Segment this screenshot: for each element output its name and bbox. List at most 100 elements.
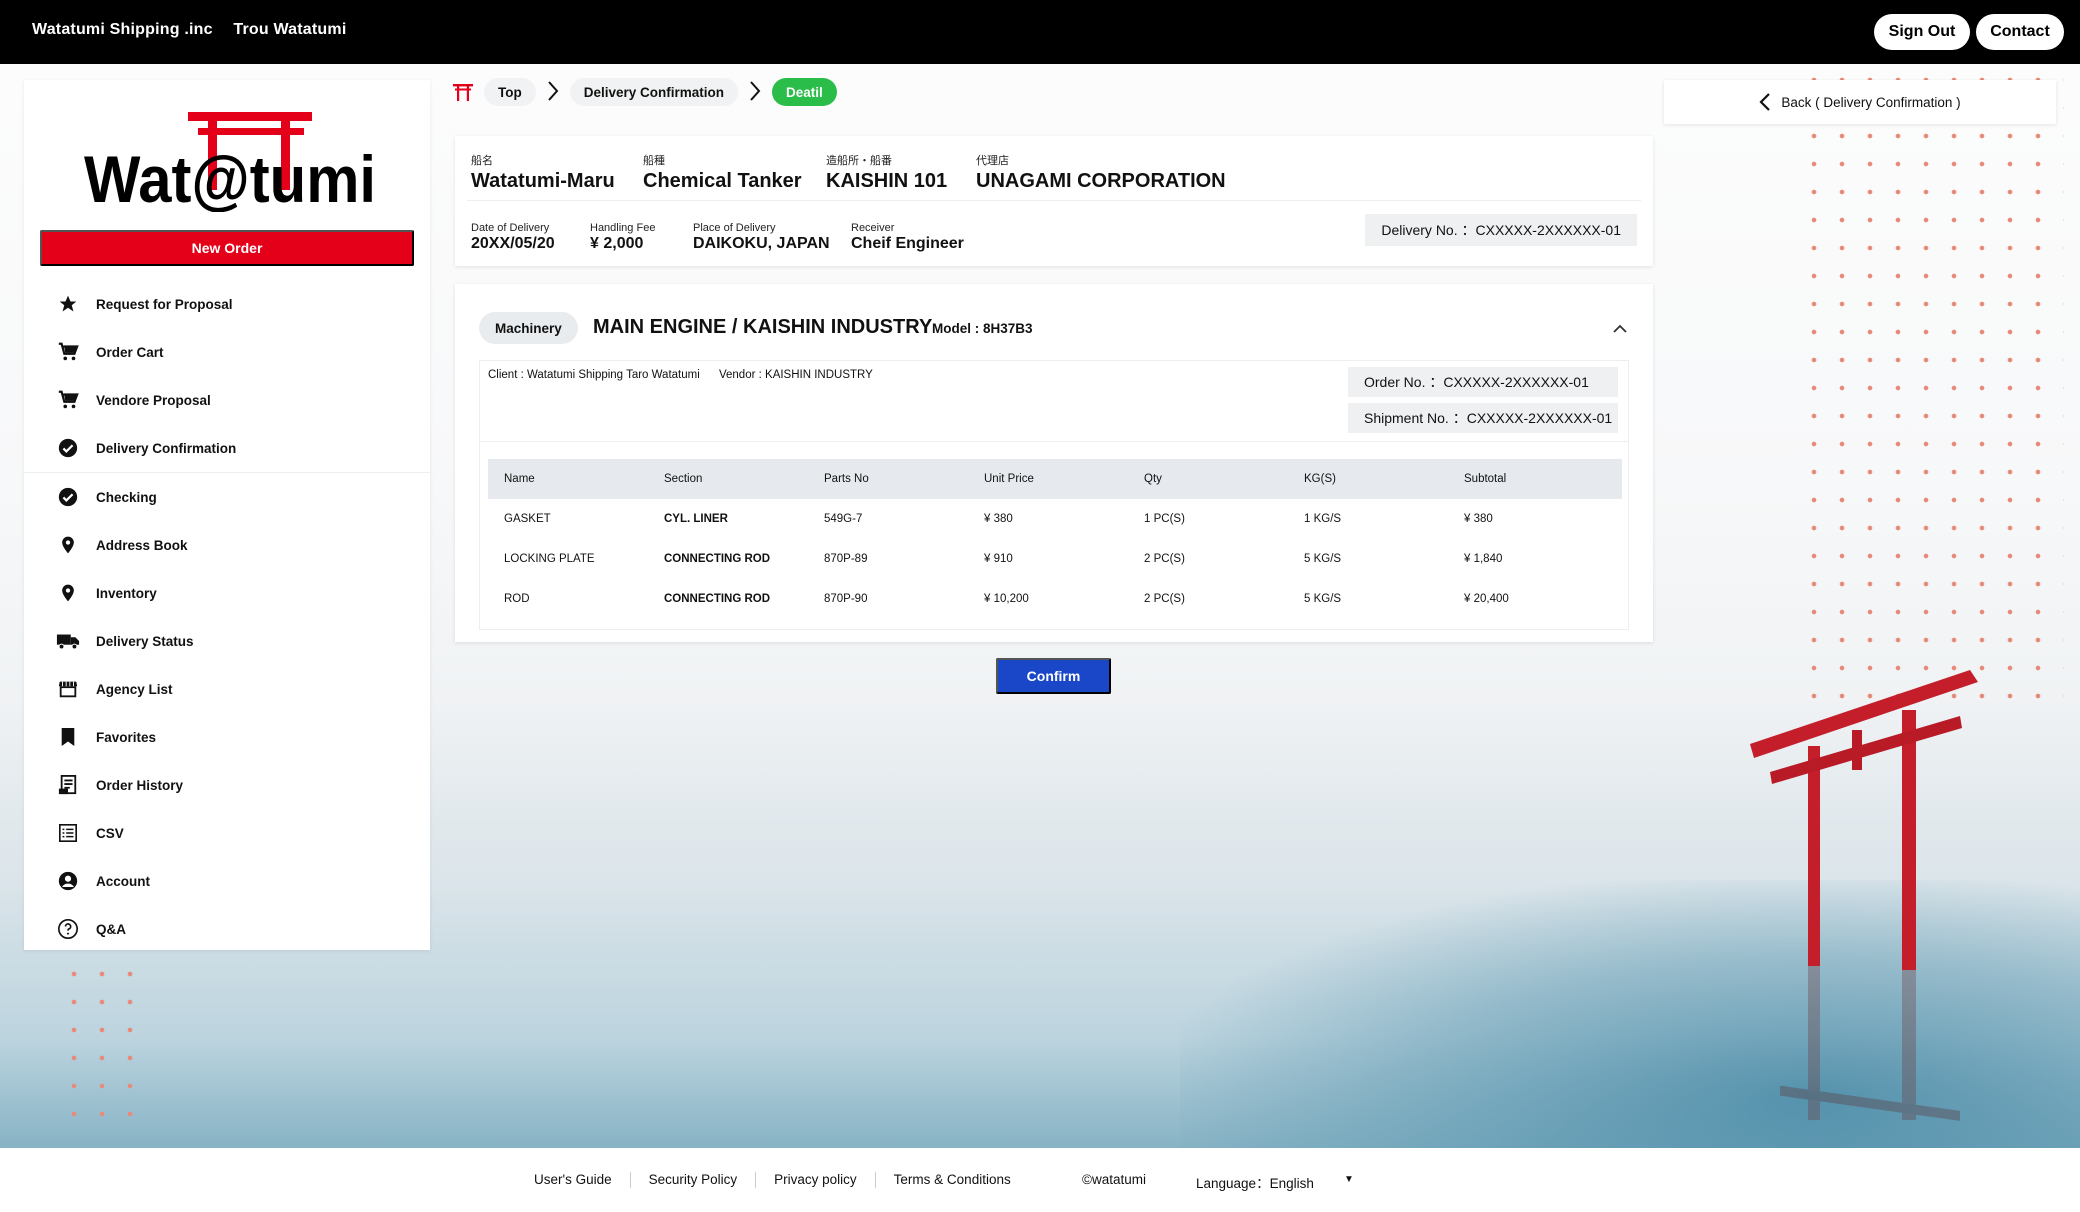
sidebar-item-label: Order History bbox=[96, 777, 184, 793]
sidebar-item-order-cart[interactable]: Order Cart bbox=[24, 328, 430, 376]
sidebar-item-inventory[interactable]: Inventory bbox=[24, 569, 430, 617]
cart-icon bbox=[56, 388, 80, 412]
chevron-left-icon bbox=[1759, 92, 1771, 112]
user-name: Trou Watatumi bbox=[233, 21, 347, 38]
sidebar-item-favorites[interactable]: Favorites bbox=[24, 713, 430, 761]
shipment-number: Shipment No. ：CXXXXX-2XXXXXX-01 bbox=[1348, 403, 1618, 433]
account-icon bbox=[56, 869, 80, 893]
table-row: LOCKING PLATE CONNECTING ROD 870P-89 ¥ 9… bbox=[488, 539, 1622, 579]
star-icon bbox=[56, 292, 80, 316]
column-header-name: Name bbox=[488, 459, 648, 499]
column-header-qty: Qty bbox=[1128, 459, 1288, 499]
ship-name-value: Watatumi-Maru bbox=[471, 170, 615, 192]
breadcrumb-current: Deatil bbox=[772, 78, 837, 106]
language-select[interactable]: Language：English bbox=[1196, 1172, 1314, 1192]
footer-link-privacy-policy[interactable]: Privacy policy bbox=[756, 1172, 876, 1188]
sidebar-item-csv[interactable]: CSV bbox=[24, 809, 430, 857]
footer-link-terms[interactable]: Terms & Conditions bbox=[876, 1172, 1029, 1188]
ship-name-label: 船名 bbox=[471, 155, 493, 167]
torii-icon[interactable] bbox=[452, 82, 474, 102]
agency-value: UNAGAMI CORPORATION bbox=[976, 170, 1226, 192]
check-circle-icon bbox=[56, 436, 80, 460]
breadcrumb: Top Delivery Confirmation Deatil bbox=[452, 78, 837, 106]
sign-out-button[interactable]: Sign Out bbox=[1874, 14, 1970, 50]
date-of-delivery-value: 20XX/05/20 bbox=[471, 235, 555, 252]
list-icon bbox=[56, 821, 80, 845]
order-title: MAIN ENGINE / KAISHIN INDUSTRY bbox=[593, 316, 933, 338]
dot-pattern-left bbox=[60, 960, 144, 1140]
place-of-delivery-value: DAIKOKU, JAPAN bbox=[693, 235, 830, 252]
ship-name-field: 船名 Watatumi-Maru bbox=[471, 152, 615, 193]
store-icon bbox=[56, 677, 80, 701]
caret-down-icon[interactable]: ▼ bbox=[1344, 1174, 1354, 1185]
truck-icon bbox=[56, 629, 80, 653]
parts-table: Name Section Parts No Unit Price Qty KG(… bbox=[488, 459, 1622, 619]
back-button-label: Back ( Delivery Confirmation ) bbox=[1781, 94, 1961, 110]
sidebar-item-label: Q&A bbox=[96, 921, 126, 937]
sidebar-item-delivery-confirmation[interactable]: Delivery Confirmation bbox=[24, 424, 430, 472]
column-header-section: Section bbox=[648, 459, 808, 499]
dot-pattern-right bbox=[1800, 66, 2064, 706]
ship-type-label: 船種 bbox=[643, 155, 665, 167]
back-button[interactable]: Back ( Delivery Confirmation ) bbox=[1664, 80, 2056, 124]
sidebar-item-label: Agency List bbox=[96, 681, 173, 697]
order-number: Order No. ：CXXXXX-2XXXXXX-01 bbox=[1348, 367, 1618, 397]
breadcrumb-delivery-confirmation[interactable]: Delivery Confirmation bbox=[569, 78, 739, 106]
sidebar-item-agency-list[interactable]: Agency List bbox=[24, 665, 430, 713]
table-row: GASKET CYL. LINER 549G-7 ¥ 380 1 PC(S) 1… bbox=[488, 499, 1622, 539]
sidebar-item-request-for-proposal[interactable]: Request for Proposal bbox=[24, 280, 430, 328]
confirm-button[interactable]: Confirm bbox=[996, 658, 1111, 694]
contact-button[interactable]: Contact bbox=[1976, 14, 2064, 50]
sidebar-item-vendore-proposal[interactable]: Vendore Proposal bbox=[24, 376, 430, 424]
date-of-delivery-label: Date of Delivery bbox=[471, 222, 550, 234]
cart-icon bbox=[56, 340, 80, 364]
company-name: Watatumi Shipping .inc bbox=[32, 21, 213, 38]
cell-unit-price: ¥ 10,200 bbox=[984, 593, 1029, 605]
sidebar-item-label: CSV bbox=[96, 825, 124, 841]
column-header-unit-price: Unit Price bbox=[968, 459, 1128, 499]
cell-section: CYL. LINER bbox=[664, 513, 728, 525]
cell-subtotal: ¥ 380 bbox=[1464, 513, 1493, 525]
sidebar-item-account[interactable]: Account bbox=[24, 857, 430, 905]
copyright: ©watatumi bbox=[1082, 1172, 1146, 1187]
handling-fee-label: Handling Fee bbox=[590, 222, 656, 234]
divider bbox=[480, 441, 1628, 442]
footer-link-users-guide[interactable]: User's Guide bbox=[534, 1172, 631, 1188]
receipt-icon bbox=[56, 773, 80, 797]
sidebar-item-qa[interactable]: Q&A bbox=[24, 905, 430, 953]
order-detail-card: Machinery MAIN ENGINE / KAISHIN INDUSTRY… bbox=[455, 284, 1653, 642]
sidebar-item-label: Checking bbox=[96, 489, 157, 505]
receiver-value: Cheif Engineer bbox=[851, 235, 964, 252]
watatumi-logo[interactable]: Wat@tumi bbox=[82, 112, 382, 216]
chevron-up-icon[interactable] bbox=[1611, 320, 1629, 338]
sidebar-item-order-history[interactable]: Order History bbox=[24, 761, 430, 809]
sidebar-item-label: Delivery Status bbox=[96, 633, 194, 649]
divider bbox=[467, 200, 1641, 201]
ship-info-card: 船名 Watatumi-Maru 船種 Chemical Tanker 造船所・… bbox=[455, 136, 1653, 266]
new-order-button[interactable]: New Order bbox=[40, 230, 414, 266]
sidebar-item-checking[interactable]: Checking bbox=[24, 473, 430, 521]
cell-section: CONNECTING ROD bbox=[664, 593, 771, 605]
table-row: ROD CONNECTING ROD 870P-90 ¥ 10,200 2 PC… bbox=[488, 579, 1622, 619]
cell-parts-no: 549G-7 bbox=[824, 513, 863, 525]
top-bar: Watatumi Shipping .inc Trou Watatumi Sig… bbox=[0, 0, 2080, 64]
sidebar-item-delivery-status[interactable]: Delivery Status bbox=[24, 617, 430, 665]
sidebar-item-label: Account bbox=[96, 873, 150, 889]
category-tag: Machinery bbox=[479, 312, 578, 344]
shipyard-field: 造船所・船番 KAISHIN 101 bbox=[826, 152, 947, 193]
order-detail-panel: Client : Watatumi Shipping Taro Watatumi… bbox=[479, 360, 1629, 630]
receiver-field: Receiver Cheif Engineer bbox=[851, 222, 964, 253]
client-vendor-info: Client : Watatumi Shipping Taro Watatumi… bbox=[488, 369, 889, 381]
sidebar-item-address-book[interactable]: Address Book bbox=[24, 521, 430, 569]
column-header-subtotal: Subtotal bbox=[1448, 459, 1622, 499]
sidebar-item-label: Address Book bbox=[96, 537, 188, 553]
breadcrumb-top[interactable]: Top bbox=[484, 78, 536, 106]
agency-field: 代理店 UNAGAMI CORPORATION bbox=[976, 152, 1226, 193]
sidebar: Wat@tumi New Order Request for Proposal … bbox=[24, 80, 430, 950]
footer-links: User's Guide Security Policy Privacy pol… bbox=[534, 1172, 1029, 1188]
footer-link-security-policy[interactable]: Security Policy bbox=[631, 1172, 757, 1188]
client-info: Client : Watatumi Shipping Taro Watatumi bbox=[488, 369, 700, 381]
cell-parts-no: 870P-90 bbox=[824, 593, 868, 605]
logo-graphic: Wat@tumi bbox=[84, 112, 376, 216]
torii-reflection bbox=[1780, 960, 1960, 1121]
